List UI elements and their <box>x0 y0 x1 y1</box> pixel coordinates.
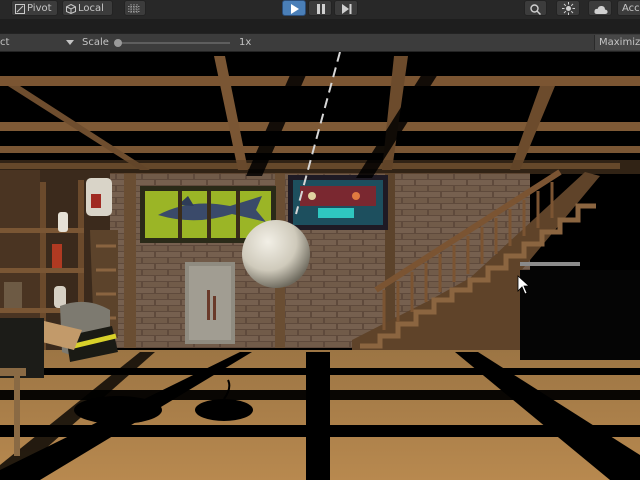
account-label: Acc <box>622 3 640 14</box>
cloud-icon <box>594 5 608 14</box>
lighting-toggle-button[interactable] <box>556 0 580 16</box>
step-button[interactable] <box>334 0 358 16</box>
pivot-icon <box>15 4 25 14</box>
cloud-button[interactable] <box>588 0 612 16</box>
grid-snap-button[interactable] <box>124 0 146 16</box>
local-button[interactable]: Local <box>62 0 113 16</box>
scale-label: Scale <box>82 37 109 48</box>
game-view-render[interactable] <box>0 52 640 480</box>
scale-slider-handle[interactable] <box>114 39 122 47</box>
step-icon <box>342 4 352 14</box>
electrical-cabinet <box>185 262 235 344</box>
local-label: Local <box>78 3 104 14</box>
hanging-sphere <box>242 220 310 288</box>
search-icon <box>530 4 541 15</box>
pivot-label: Pivot <box>27 3 52 14</box>
search-button[interactable] <box>524 0 547 16</box>
pivot-button[interactable]: Pivot <box>11 0 58 16</box>
play-icon <box>291 4 299 14</box>
scale-slider-track[interactable] <box>117 42 230 44</box>
sun-icon <box>562 2 575 15</box>
game-view-toolbar: ct Scale 1x Maximize <box>0 33 640 52</box>
wall-post <box>124 173 136 348</box>
cube-icon <box>66 4 76 14</box>
grid-snap-icon <box>128 4 140 14</box>
toolbar-gap <box>0 19 640 33</box>
aspect-label: ct <box>0 37 10 48</box>
dark-doorway <box>520 270 640 360</box>
pause-button[interactable] <box>308 0 332 16</box>
maximize-label: Maximize <box>599 37 640 48</box>
pause-icon <box>317 4 325 14</box>
editor-toolbar: Pivot Local Acc <box>0 0 640 19</box>
game-poster <box>288 175 388 230</box>
dropdown-arrow-icon <box>66 40 74 45</box>
play-button[interactable] <box>282 0 306 16</box>
maximize-button[interactable]: Maximize <box>594 35 640 50</box>
aspect-dropdown[interactable]: ct <box>0 34 76 51</box>
account-button[interactable]: Acc <box>617 0 640 16</box>
scale-value: 1x <box>239 37 252 48</box>
